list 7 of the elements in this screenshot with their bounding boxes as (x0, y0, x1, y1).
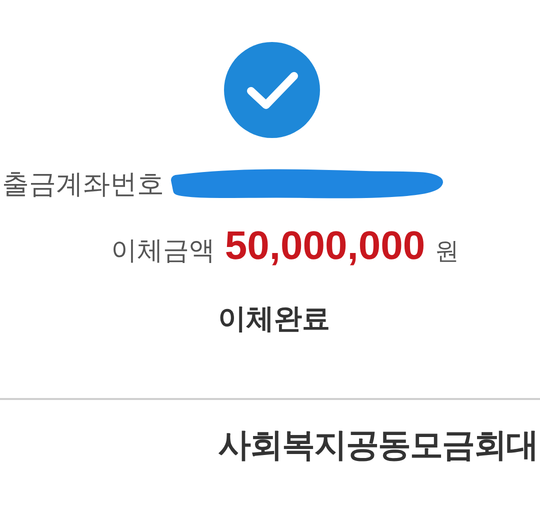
amount-value: 50,000,000 (224, 223, 426, 270)
check-circle-icon (224, 42, 320, 138)
currency-unit: 원 (435, 237, 460, 267)
recipient-name: 사회복지공동모금회대 (218, 425, 538, 465)
transfer-status: 이체완료 (218, 302, 330, 336)
amount-label: 이체금액 (110, 234, 215, 267)
account-label: 출금계좌번호 (2, 168, 164, 201)
